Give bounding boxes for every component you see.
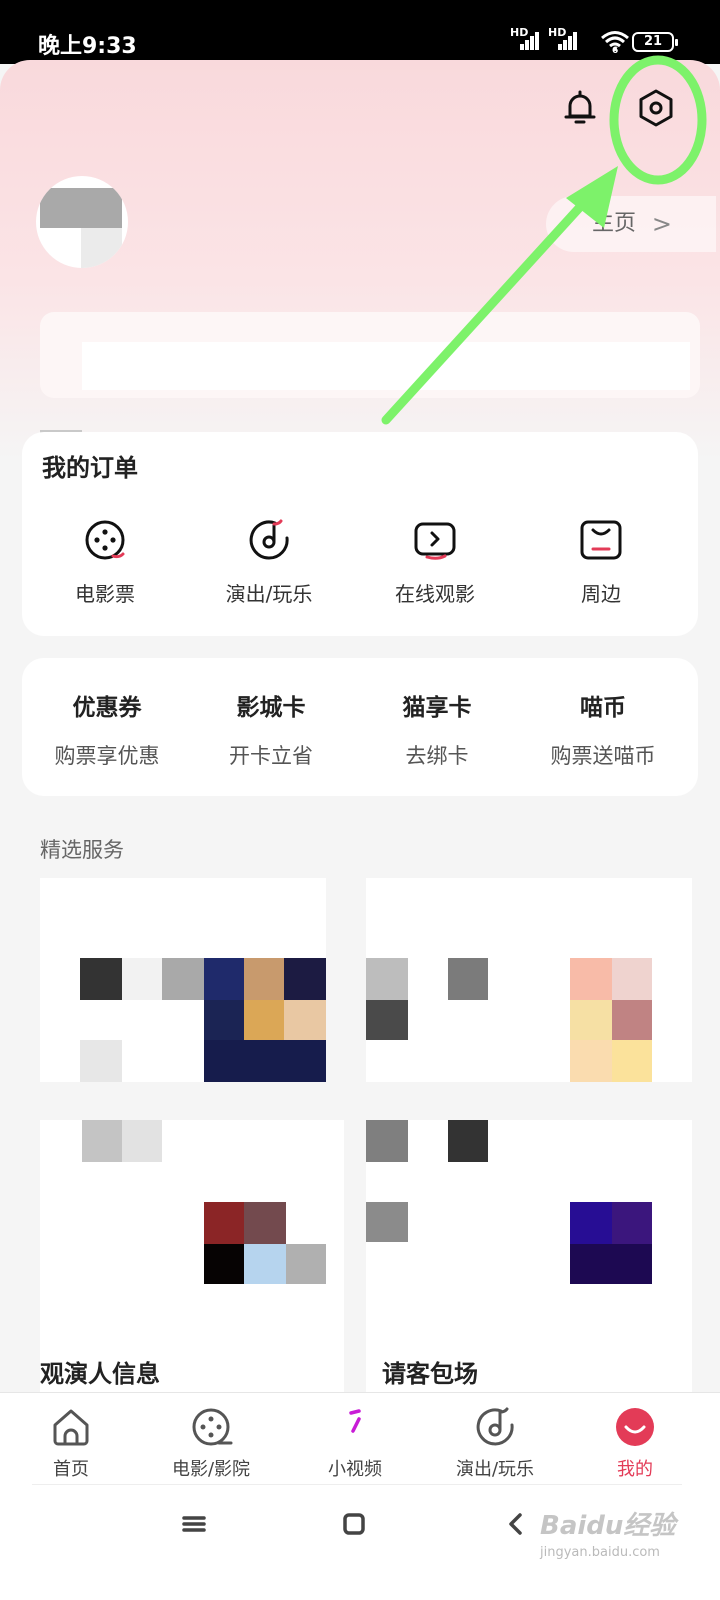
homepage-label: 主页: [592, 211, 637, 236]
order-performance[interactable]: 演出/玩乐: [194, 516, 344, 607]
coupon-entry[interactable]: 优惠券 购票享优惠: [22, 688, 192, 770]
meow-coin-entry[interactable]: 喵币 购票送喵币: [518, 688, 688, 770]
service-card-viewer-info[interactable]: 观演人信息: [40, 1120, 344, 1392]
wallet-subtitle: 购票享优惠: [54, 744, 160, 768]
order-label: 电影票: [75, 582, 135, 606]
signal-2-icon: [552, 30, 578, 50]
service-card-2[interactable]: [366, 878, 692, 1082]
order-movie-ticket[interactable]: 电影票: [30, 516, 180, 607]
tab-label: 电影/影院: [171, 1459, 251, 1480]
order-label: 在线观影: [395, 582, 475, 606]
battery-level: 21: [643, 34, 663, 49]
wallet-card: 优惠券 购票享优惠 影城卡 开卡立省 猫享卡 去绑卡 喵币 购票送喵币: [22, 658, 698, 796]
tab-short-video[interactable]: 小视频: [290, 1405, 420, 1481]
play-tv-icon: [414, 522, 456, 560]
back-icon[interactable]: [502, 1510, 530, 1538]
status-time: 晚上9:33: [38, 34, 137, 59]
tab-mine[interactable]: 我的: [570, 1405, 700, 1481]
shopping-box-icon: [580, 520, 622, 560]
status-bar: 晚上9:33 HD HD 6 21: [0, 0, 720, 64]
bottom-tab-bar: 首页 电影/影院 小视频 演出/玩乐 我的: [0, 1392, 720, 1600]
profile-smile-icon: [616, 1408, 654, 1446]
bell-icon[interactable]: [558, 86, 602, 130]
watermark-logo: Baidu经验: [540, 1511, 676, 1541]
home-square-icon[interactable]: [340, 1510, 368, 1538]
chevron-right-icon: >: [651, 210, 672, 238]
tab-performance[interactable]: 演出/玩乐: [430, 1405, 560, 1481]
hexagon-settings-icon[interactable]: [634, 86, 678, 130]
watermark-url: jingyan.baidu.com: [540, 1545, 660, 1560]
tab-label: 我的: [617, 1459, 653, 1480]
cat-card-entry[interactable]: 猫享卡 去绑卡: [352, 688, 522, 770]
movie-reel-icon: [85, 520, 125, 560]
homepage-link[interactable]: 主页 >: [546, 196, 716, 252]
order-label: 演出/玩乐: [225, 582, 313, 606]
wallet-subtitle: 购票送喵币: [550, 744, 656, 768]
order-online-viewing[interactable]: 在线观影: [360, 516, 510, 607]
service-card-group-booking[interactable]: 请客包场: [366, 1120, 692, 1392]
home-icon: [53, 1409, 89, 1446]
membership-card[interactable]: [40, 312, 700, 398]
short-video-icon: [349, 1409, 361, 1433]
music-disc-icon: [249, 519, 289, 560]
tab-label: 小视频: [328, 1459, 382, 1480]
tab-label: 演出/玩乐: [455, 1459, 535, 1480]
service-label: 请客包场: [382, 1360, 478, 1388]
service-label: 观演人信息: [40, 1360, 160, 1388]
menu-icon[interactable]: [180, 1510, 208, 1538]
order-label: 周边: [581, 582, 621, 606]
wallet-title: 喵币: [580, 695, 626, 721]
orders-title: 我的订单: [42, 454, 138, 482]
avatar[interactable]: [36, 176, 128, 268]
services-title: 精选服务: [40, 838, 124, 862]
cinema-card-entry[interactable]: 影城卡 开卡立省: [186, 688, 356, 770]
service-card-1[interactable]: [40, 878, 326, 1082]
signal-1-icon: [514, 30, 540, 50]
battery-indicator: 21: [632, 32, 678, 52]
wallet-title: 猫享卡: [402, 695, 472, 721]
film-reel-icon: [192, 1408, 233, 1446]
wallet-subtitle: 开卡立省: [229, 744, 313, 768]
system-nav-divider: [32, 1484, 682, 1485]
wifi-6-label: 6: [612, 46, 619, 56]
wallet-title: 影城卡: [236, 695, 306, 721]
wallet-subtitle: 去绑卡: [405, 744, 469, 768]
tab-label: 首页: [53, 1459, 89, 1480]
wallet-title: 优惠券: [72, 695, 142, 721]
music-disc-icon: [476, 1407, 514, 1446]
orders-card: 我的订单 电影票 演出/玩乐 在线观影 周边: [22, 432, 698, 636]
tab-movies[interactable]: 电影/影院: [146, 1405, 276, 1481]
order-merchandise[interactable]: 周边: [526, 516, 676, 607]
tab-home[interactable]: 首页: [6, 1405, 136, 1481]
